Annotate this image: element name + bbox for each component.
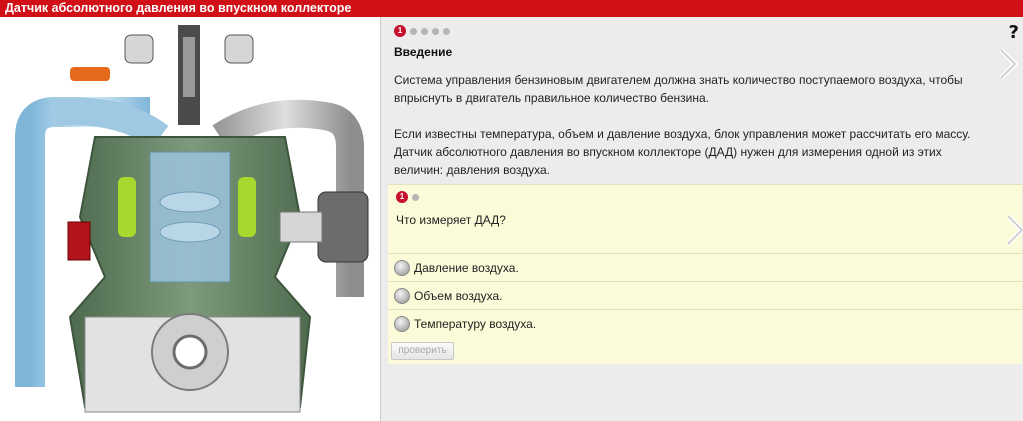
quiz-question: Что измеряет ДАД?: [396, 213, 506, 227]
help-icon[interactable]: ?: [1009, 22, 1019, 43]
window-title: Датчик абсолютного давления во впускном …: [0, 0, 1023, 17]
intro-text: Система управления бензиновым двигателем…: [394, 71, 994, 197]
intro-paragraph: Система управления бензиновым двигателем…: [394, 73, 963, 105]
radio-button[interactable]: [394, 287, 410, 304]
answer-label: Температуру воздуха.: [414, 316, 537, 331]
page-dot[interactable]: [432, 27, 439, 35]
answer-option[interactable]: Температуру воздуха.: [388, 309, 1022, 337]
intro-paragraph: Если известны температура, объем и давле…: [394, 127, 971, 177]
engine-illustration: [0, 17, 380, 421]
answer-option[interactable]: Давление воздуха.: [388, 253, 1022, 281]
engine-cutaway-image: [15, 25, 369, 413]
radio-button[interactable]: [394, 259, 410, 276]
radio-button[interactable]: [394, 315, 410, 332]
page-dot[interactable]: [421, 27, 428, 35]
quiz-page-indicator: 1: [396, 191, 419, 203]
check-button[interactable]: проверить: [391, 342, 454, 360]
quiz-page-dot-active[interactable]: 1: [396, 191, 408, 203]
page-dot-active[interactable]: 1: [394, 25, 406, 37]
quiz-panel: 1 Что измеряет ДАД? Давление воздуха. Об…: [388, 184, 1023, 364]
answer-option[interactable]: Объем воздуха.: [388, 281, 1022, 309]
content-pane: 1 ? Введение Система управления бензинов…: [380, 17, 1023, 421]
next-arrow-icon[interactable]: [997, 47, 1019, 81]
page-dot[interactable]: [410, 27, 417, 35]
quiz-next-arrow-icon[interactable]: [1004, 213, 1023, 247]
intro-page-indicator: 1: [394, 25, 450, 37]
quiz-page-dot[interactable]: [412, 193, 419, 201]
page-dot[interactable]: [443, 27, 450, 35]
answer-label: Объем воздуха.: [414, 288, 503, 303]
answer-label: Давление воздуха.: [414, 260, 519, 275]
section-title: Введение: [394, 45, 453, 59]
